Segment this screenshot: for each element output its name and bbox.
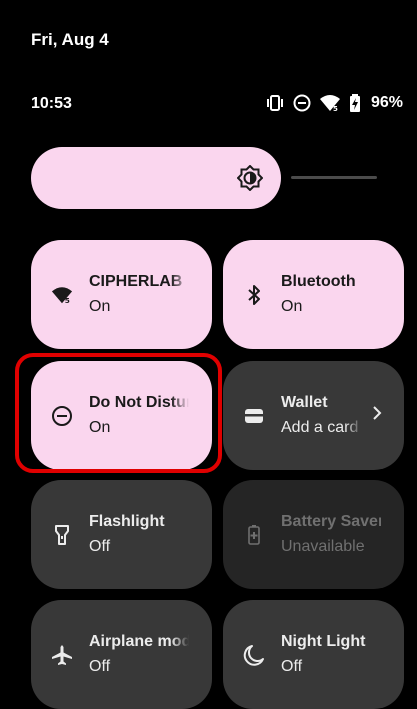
tile-night-light-status: Off xyxy=(281,657,303,675)
battery-icon xyxy=(349,94,361,112)
brightness-track-line xyxy=(291,176,377,179)
svg-text:5: 5 xyxy=(65,296,70,305)
do-not-disturb-status-icon xyxy=(293,94,311,112)
wallet-icon xyxy=(243,405,265,427)
tile-night-light[interactable]: Night Light Off xyxy=(223,600,404,709)
brightness-slider[interactable] xyxy=(31,147,377,209)
wifi-status-icon: 5 xyxy=(319,94,341,112)
svg-text:5: 5 xyxy=(333,105,338,112)
tile-battery-saver-label: Battery Saver xyxy=(281,512,381,530)
tile-wifi[interactable]: 5 CIPHERLAB On xyxy=(31,240,212,349)
tile-airplane-label: Airplane mode xyxy=(89,632,189,650)
clock-text: 10:53 xyxy=(31,95,72,112)
tile-wifi-label: CIPHERLAB xyxy=(89,272,183,290)
tile-bluetooth-label: Bluetooth xyxy=(281,272,356,290)
tile-battery-saver: Battery Saver Unavailable xyxy=(223,480,404,589)
wifi-icon: 5 xyxy=(51,284,73,306)
tile-airplane-mode[interactable]: Airplane mode Off xyxy=(31,600,212,709)
battery-percent: 96% xyxy=(370,94,403,111)
bluetooth-icon xyxy=(243,284,265,306)
highlight-box xyxy=(15,353,222,473)
brightness-icon[interactable] xyxy=(236,164,264,196)
tile-wifi-status: On xyxy=(89,297,111,315)
tile-flashlight[interactable]: Flashlight Off xyxy=(31,480,212,589)
tile-wallet[interactable]: Wallet Add a card xyxy=(223,361,404,470)
chevron-right-icon xyxy=(372,405,382,426)
tile-bluetooth-status: On xyxy=(281,297,303,315)
battery-saver-icon xyxy=(243,524,265,546)
tile-night-light-label: Night Light xyxy=(281,632,366,650)
tile-airplane-status: Off xyxy=(89,657,111,675)
flashlight-icon xyxy=(51,524,73,546)
airplane-icon xyxy=(51,644,73,666)
tile-battery-saver-status: Unavailable xyxy=(281,537,365,555)
night-light-icon xyxy=(243,644,265,666)
date-text: Fri, Aug 4 xyxy=(31,30,109,49)
vibrate-icon xyxy=(265,95,285,111)
tile-wallet-label: Wallet xyxy=(281,393,328,411)
status-bar-icons: 5 96% xyxy=(265,94,403,112)
tile-flashlight-label: Flashlight xyxy=(89,512,165,530)
tile-wallet-status: Add a card xyxy=(281,418,359,436)
tile-flashlight-status: Off xyxy=(89,537,111,555)
tile-bluetooth[interactable]: Bluetooth On xyxy=(223,240,404,349)
